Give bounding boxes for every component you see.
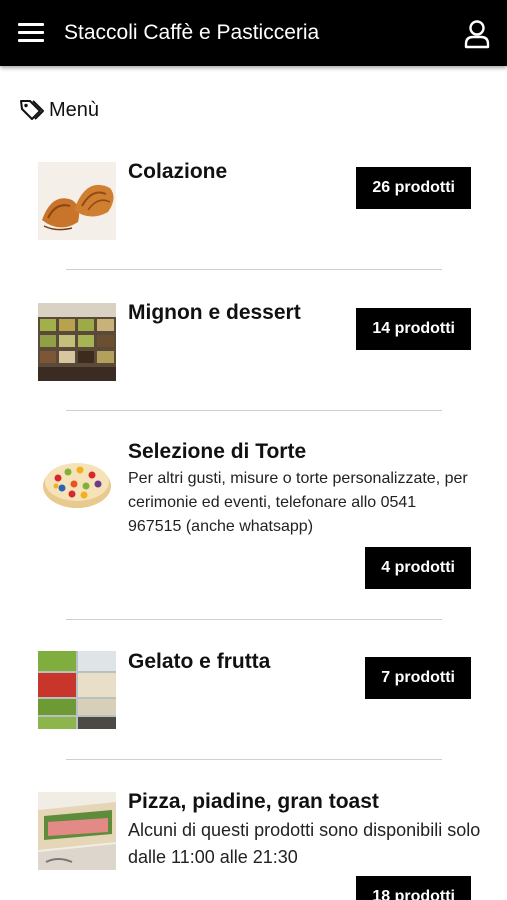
- category-name[interactable]: Selezione di Torte: [128, 440, 306, 464]
- product-count-button[interactable]: 7 prodotti: [365, 657, 471, 699]
- divider: [66, 410, 442, 411]
- divider: [66, 759, 442, 760]
- app-header: Staccoli Caffè e Pasticceria: [0, 0, 507, 66]
- divider: [66, 619, 442, 620]
- category-image-pizza[interactable]: [38, 792, 116, 870]
- app-title: Staccoli Caffè e Pasticceria: [64, 21, 320, 44]
- hamburger-menu-icon[interactable]: [18, 20, 44, 46]
- product-count-button[interactable]: 4 prodotti: [365, 547, 471, 589]
- category-image-torte[interactable]: [38, 442, 116, 520]
- category-name[interactable]: Colazione: [128, 160, 227, 184]
- user-icon[interactable]: [463, 19, 491, 49]
- category-name[interactable]: Mignon e dessert: [128, 301, 301, 325]
- product-count-button[interactable]: 18 prodotti: [356, 876, 471, 900]
- product-count-button[interactable]: 14 prodotti: [356, 308, 471, 350]
- category-image-colazione[interactable]: [38, 162, 116, 240]
- category-image-gelato[interactable]: [38, 651, 116, 729]
- category-description: Alcuni di questi prodotti sono disponibi…: [128, 820, 481, 867]
- category-description: Per altri gusti, misure o torte personal…: [128, 470, 468, 535]
- section-title: Menù: [49, 98, 100, 121]
- section-heading: Menù: [19, 97, 99, 123]
- category-name[interactable]: Gelato e frutta: [128, 650, 270, 674]
- divider: [66, 269, 442, 270]
- category-name[interactable]: Pizza, piadine, gran toast: [128, 790, 379, 814]
- product-count-button[interactable]: 26 prodotti: [356, 167, 471, 209]
- tag-icon: [20, 100, 44, 120]
- category-image-mignon[interactable]: [38, 303, 116, 381]
